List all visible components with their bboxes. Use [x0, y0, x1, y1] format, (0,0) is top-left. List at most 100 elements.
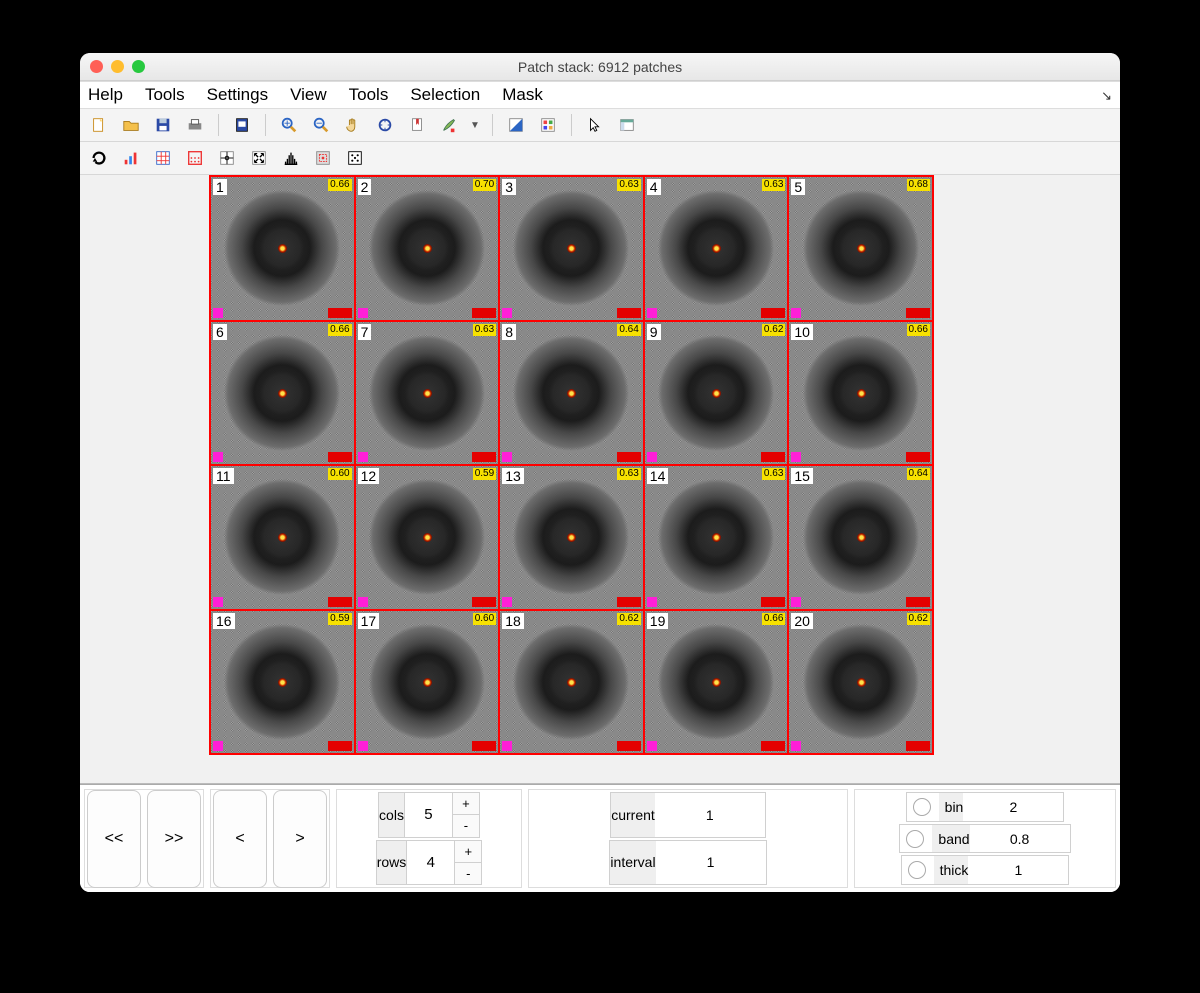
cols-increment-button[interactable]: + — [453, 793, 479, 815]
patch-cell[interactable]: 50.68 — [788, 176, 933, 321]
patch-index: 6 — [213, 324, 227, 340]
patch-flag-magenta — [213, 308, 223, 318]
rows-increment-button[interactable]: + — [455, 841, 481, 863]
patch-index: 15 — [791, 468, 813, 484]
hand-icon[interactable] — [342, 114, 364, 136]
zoom-out-icon[interactable] — [310, 114, 332, 136]
patch-cell[interactable]: 70.63 — [355, 321, 500, 466]
toolbar-2 — [80, 142, 1120, 175]
patch-cell[interactable]: 130.63 — [499, 465, 644, 610]
patch-cell[interactable]: 10.66 — [210, 176, 355, 321]
patch-index: 14 — [647, 468, 669, 484]
thick-value[interactable]: 1 — [968, 862, 1068, 878]
grid-icon[interactable] — [152, 147, 174, 169]
menu-tools-2[interactable]: Tools — [349, 85, 389, 105]
menu-help[interactable]: Help — [88, 85, 123, 105]
footer-controls: << >> < > cols 5 + - rows 4 — [80, 784, 1120, 892]
patch-cell[interactable]: 160.59 — [210, 610, 355, 755]
bin-radio[interactable] — [913, 798, 931, 816]
bookmark-icon[interactable] — [406, 114, 428, 136]
menu-selection[interactable]: Selection — [410, 85, 480, 105]
thick-radio[interactable] — [908, 861, 926, 879]
menu-view[interactable]: View — [290, 85, 327, 105]
contrast-icon[interactable] — [505, 114, 527, 136]
page-info: current 1 interval 1 — [528, 789, 848, 888]
patch-cell[interactable]: 190.66 — [644, 610, 789, 755]
patch-flag-red — [617, 741, 641, 751]
patch-index: 13 — [502, 468, 524, 484]
crosshair-icon[interactable] — [216, 147, 238, 169]
patch-flag-red — [906, 741, 930, 751]
patch-cell[interactable]: 30.63 — [499, 176, 644, 321]
patch-cell[interactable]: 170.60 — [355, 610, 500, 755]
menu-tools[interactable]: Tools — [145, 85, 185, 105]
patch-cell[interactable]: 200.62 — [788, 610, 933, 755]
patch-cell[interactable]: 120.59 — [355, 465, 500, 610]
patch-flag-magenta — [358, 452, 368, 462]
brush-icon[interactable] — [438, 114, 460, 136]
display-options: bin 2 band 0.8 thick 1 — [854, 789, 1116, 888]
grid-view-icon[interactable] — [537, 114, 559, 136]
patch-cell[interactable]: 150.64 — [788, 465, 933, 610]
new-file-icon[interactable] — [88, 114, 110, 136]
band-radio[interactable] — [906, 830, 924, 848]
next-page-button[interactable]: > — [273, 790, 327, 888]
patch-flag-red — [761, 597, 785, 607]
patch-score: 0.59 — [473, 468, 496, 480]
patch-cell[interactable]: 90.62 — [644, 321, 789, 466]
window-layout-icon[interactable] — [616, 114, 638, 136]
patch-flag-red — [472, 452, 496, 462]
menu-mask[interactable]: Mask — [502, 85, 543, 105]
rows-value: 4 — [407, 841, 455, 885]
rows-decrement-button[interactable]: - — [455, 863, 481, 884]
patch-flag-magenta — [502, 741, 512, 751]
brush-dropdown-icon[interactable]: ▼ — [470, 120, 480, 131]
patch-cell[interactable]: 80.64 — [499, 321, 644, 466]
current-value[interactable]: 1 — [655, 793, 765, 837]
patch-cell[interactable]: 110.60 — [210, 465, 355, 610]
band-value[interactable]: 0.8 — [970, 831, 1070, 847]
patch-score: 0.70 — [473, 179, 496, 191]
patch-score: 0.66 — [762, 613, 785, 625]
bars-icon[interactable] — [120, 147, 142, 169]
patch-index: 11 — [213, 468, 234, 484]
zoom-in-icon[interactable] — [278, 114, 300, 136]
print-icon[interactable] — [184, 114, 206, 136]
current-label: current — [611, 793, 655, 837]
reset-zoom-icon[interactable] — [374, 114, 396, 136]
patch-score: 0.62 — [762, 324, 785, 336]
patch-cell[interactable]: 20.70 — [355, 176, 500, 321]
patch-score: 0.66 — [328, 324, 351, 336]
pointer-icon[interactable] — [584, 114, 606, 136]
open-folder-icon[interactable] — [120, 114, 142, 136]
first-page-button[interactable]: << — [87, 790, 141, 888]
patch-center-marker — [423, 389, 432, 398]
dotted-box-icon[interactable] — [184, 147, 206, 169]
page-view-icon[interactable] — [231, 114, 253, 136]
cols-decrement-button[interactable]: - — [453, 815, 479, 836]
bin-value[interactable]: 2 — [963, 799, 1063, 815]
patch-cell[interactable]: 40.63 — [644, 176, 789, 321]
histogram-icon[interactable] — [280, 147, 302, 169]
patch-score: 0.63 — [762, 179, 785, 191]
patch-cell[interactable]: 140.63 — [644, 465, 789, 610]
canvas-area[interactable]: 10.6620.7030.6340.6350.6860.6670.6380.64… — [80, 175, 1120, 784]
expand-icon[interactable] — [248, 147, 270, 169]
patch-score: 0.64 — [617, 324, 640, 336]
patch-flag-magenta — [358, 741, 368, 751]
patch-cell[interactable]: 180.62 — [499, 610, 644, 755]
patch-cell[interactable]: 60.66 — [210, 321, 355, 466]
patch-flag-magenta — [647, 452, 657, 462]
interval-value[interactable]: 1 — [656, 841, 766, 885]
last-page-button[interactable]: >> — [147, 790, 201, 888]
dice-icon[interactable] — [344, 147, 366, 169]
refresh-icon[interactable] — [88, 147, 110, 169]
patch-score: 0.66 — [328, 179, 351, 191]
collapse-icon[interactable]: ↘ — [1101, 88, 1112, 104]
cols-value: 5 — [405, 793, 453, 837]
selection-box-icon[interactable] — [312, 147, 334, 169]
prev-page-button[interactable]: < — [213, 790, 267, 888]
menu-settings[interactable]: Settings — [207, 85, 268, 105]
patch-cell[interactable]: 100.66 — [788, 321, 933, 466]
save-icon[interactable] — [152, 114, 174, 136]
